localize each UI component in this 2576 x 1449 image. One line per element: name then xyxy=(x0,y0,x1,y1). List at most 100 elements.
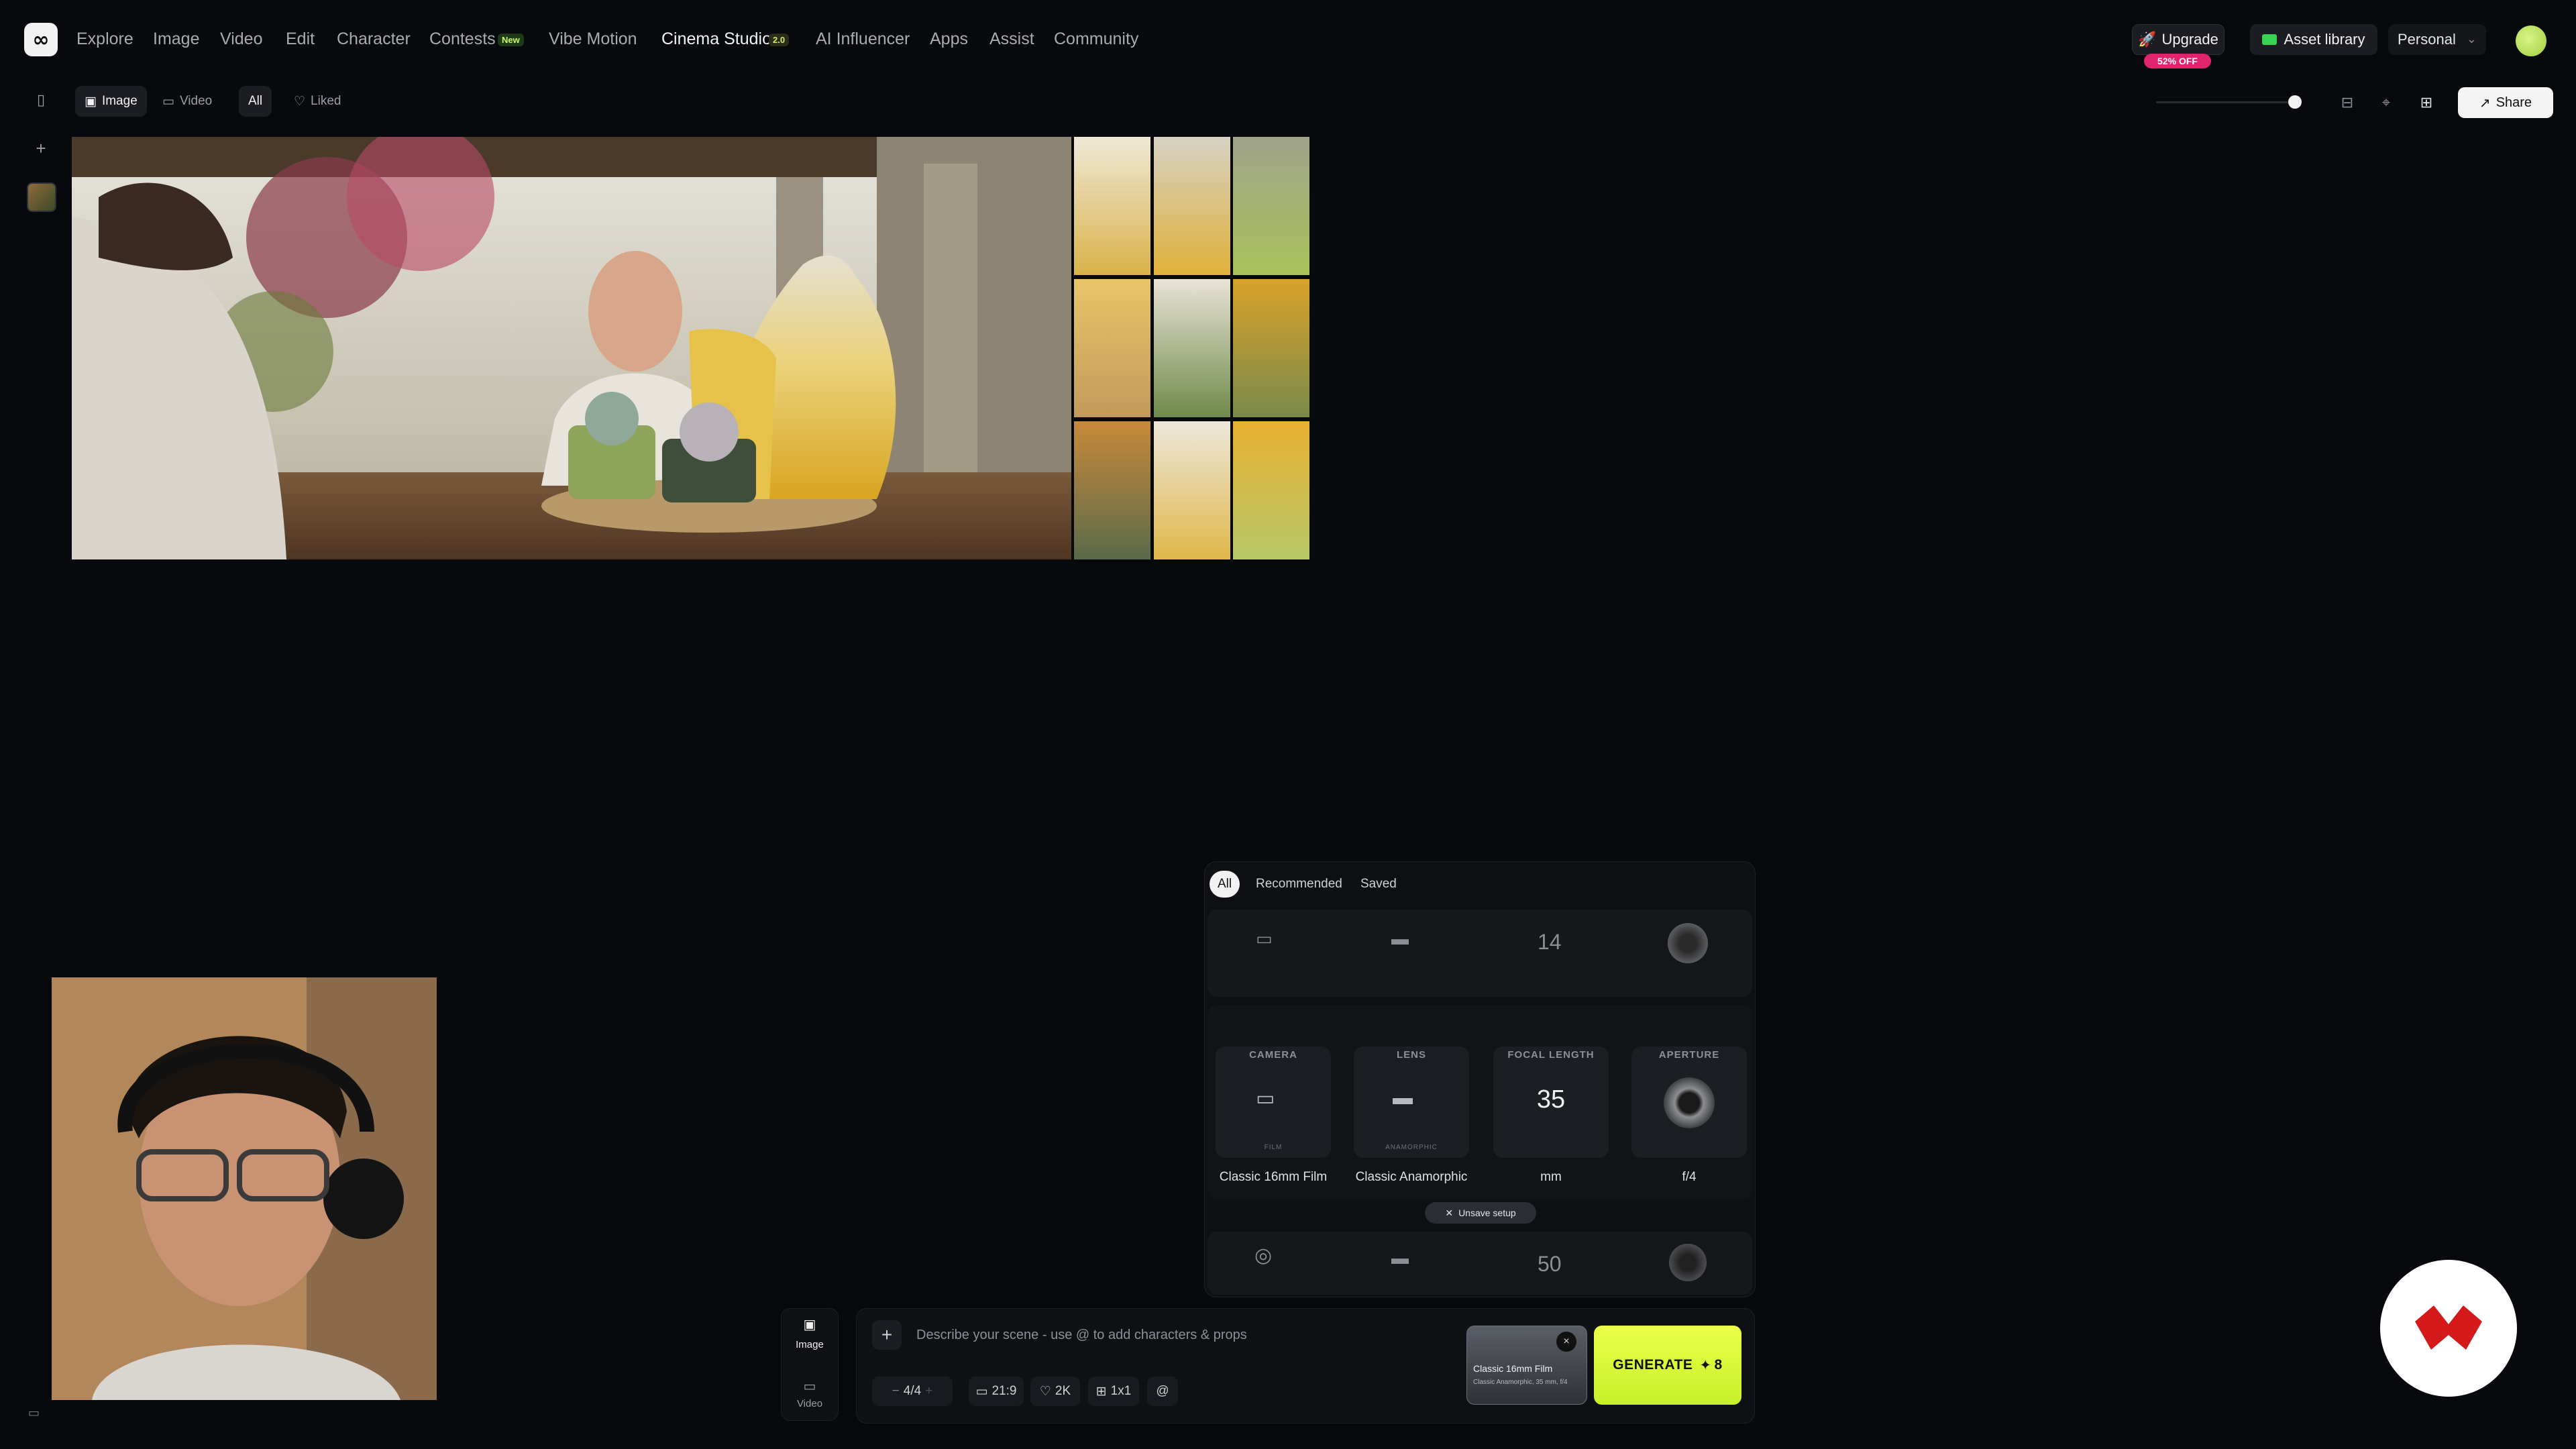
lens-name: Classic Anamorphic xyxy=(1355,1170,1468,1184)
upgrade-label: Upgrade xyxy=(2161,31,2218,48)
aperture-title: APERTURE xyxy=(1658,1049,1720,1061)
sidebar-toggle-icon[interactable]: ▯ xyxy=(30,89,52,111)
image-mode-button[interactable]: Image xyxy=(781,1339,839,1350)
workspace-label: Personal xyxy=(2398,31,2456,48)
grid-icon[interactable]: ⊞ xyxy=(2416,93,2436,113)
batch-count-stepper[interactable]: − 4/4 + xyxy=(872,1377,953,1406)
lens-icon: ▬ xyxy=(1391,1248,1409,1268)
zoom-slider-handle[interactable] xyxy=(2288,95,2302,109)
nav-video[interactable]: Video xyxy=(220,30,263,49)
generated-image-main[interactable] xyxy=(72,137,1071,559)
aspect-ratio-icon: ▭ xyxy=(975,1384,988,1399)
batch-count-value: 4/4 xyxy=(903,1384,922,1398)
camera-tag: FILM xyxy=(1264,1144,1283,1151)
grid-select[interactable]: ⊞ 1x1 xyxy=(1088,1377,1139,1406)
zoom-slider[interactable] xyxy=(2156,101,2297,103)
resolution-value: 2K xyxy=(1055,1384,1071,1398)
tab-all[interactable]: All xyxy=(239,86,272,117)
thumbnail[interactable] xyxy=(1233,279,1309,417)
webcam-overlay xyxy=(52,977,437,1400)
tab-video[interactable]: ▭ Video xyxy=(153,86,221,117)
minus-icon[interactable]: − xyxy=(892,1384,900,1399)
focal-length-title: FOCAL LENGTH xyxy=(1507,1049,1595,1061)
version-badge: 2.0 xyxy=(769,34,790,46)
mention-button[interactable]: @ xyxy=(1147,1377,1178,1406)
resolution-select[interactable]: ♡ 2K xyxy=(1030,1377,1080,1406)
discount-badge: 52% OFF xyxy=(2144,54,2211,68)
nav-cinema-studio[interactable]: Cinema Studio xyxy=(661,30,771,49)
app-logo[interactable]: ∞ xyxy=(24,23,58,56)
setup-tab-recommended[interactable]: Recommended xyxy=(1248,871,1350,898)
aperture-icon xyxy=(1664,1077,1715,1128)
top-navigation: ∞ Explore Image Video Edit Character Con… xyxy=(0,0,2576,82)
nav-ai-influencer[interactable]: AI Influencer xyxy=(816,30,910,49)
folder-icon xyxy=(2262,34,2277,45)
lens-icon: ▬ xyxy=(1391,928,1409,949)
nav-assist[interactable]: Assist xyxy=(989,30,1034,49)
thumbnail[interactable] xyxy=(1154,137,1230,275)
layout-rows-icon[interactable]: ⊟ xyxy=(2337,93,2357,113)
nav-apps[interactable]: Apps xyxy=(930,30,968,49)
video-mode-icon: ▭ xyxy=(803,1379,816,1394)
preset-remove-button[interactable]: × xyxy=(1556,1332,1576,1352)
nav-character[interactable]: Character xyxy=(337,30,411,49)
share-button[interactable]: ↗ Share xyxy=(2458,87,2553,118)
focal-length-value: 35 xyxy=(1536,1085,1566,1114)
nav-vibe-motion[interactable]: Vibe Motion xyxy=(549,30,637,49)
thumbnail[interactable] xyxy=(1233,421,1309,559)
preset-title: Classic 16mm Film xyxy=(1473,1363,1553,1374)
video-mode-button[interactable]: Video xyxy=(781,1398,839,1409)
thumbnail[interactable] xyxy=(1233,137,1309,275)
thumbnail[interactable] xyxy=(1154,279,1230,417)
focus-icon[interactable]: ⌖ xyxy=(2376,93,2396,113)
workspace-select[interactable]: Personal ⌄ xyxy=(2388,24,2486,55)
nav-explore[interactable]: Explore xyxy=(76,30,133,49)
image-icon: ▣ xyxy=(85,94,97,109)
video-icon: ▭ xyxy=(162,94,174,109)
aperture-value: f/4 xyxy=(1682,1170,1697,1184)
tab-liked[interactable]: ♡ Liked xyxy=(284,86,350,117)
upgrade-button[interactable]: 🚀 Upgrade xyxy=(2132,24,2224,55)
nav-community[interactable]: Community xyxy=(1054,30,1138,49)
setup-tab-all[interactable]: All xyxy=(1210,871,1240,898)
channel-logo xyxy=(2380,1260,2517,1397)
folder-icon[interactable]: ▭ xyxy=(28,1406,44,1419)
asset-library-button[interactable]: Asset library xyxy=(2250,24,2377,55)
add-icon[interactable]: + xyxy=(30,137,52,160)
camera-icon: ◎ xyxy=(1254,1244,1273,1267)
nav-edit[interactable]: Edit xyxy=(286,30,315,49)
chevron-down-icon: ⌄ xyxy=(2466,32,2477,46)
tab-video-label: Video xyxy=(179,94,213,108)
generate-label: GENERATE xyxy=(1613,1357,1693,1373)
unsave-setup-button[interactable]: ✕ Unsave setup xyxy=(1425,1202,1536,1224)
nav-contests[interactable]: Contests xyxy=(429,30,496,49)
user-avatar[interactable] xyxy=(2516,25,2546,56)
camera-icon: ▭ xyxy=(1256,928,1273,949)
aperture-icon xyxy=(1668,923,1708,963)
generate-cost: 8 xyxy=(1714,1357,1723,1373)
tab-image[interactable]: ▣ Image xyxy=(75,86,147,117)
thumbnail[interactable] xyxy=(1154,421,1230,559)
film-camera-icon: ▭ xyxy=(1256,1087,1275,1110)
setup-tab-saved[interactable]: Saved xyxy=(1352,871,1405,898)
aspect-ratio-select[interactable]: ▭ 21:9 xyxy=(969,1377,1024,1406)
webcam-illustration xyxy=(52,977,437,1400)
thumbnail[interactable] xyxy=(1074,421,1150,559)
project-thumbnail[interactable] xyxy=(27,182,56,212)
camera-title: CAMERA xyxy=(1249,1049,1297,1061)
plus-icon[interactable]: + xyxy=(925,1384,932,1399)
thumbnail[interactable] xyxy=(1074,279,1150,417)
preset-subtitle: Classic Anamorphic, 35 mm, f/4 xyxy=(1473,1379,1568,1386)
nav-image[interactable]: Image xyxy=(153,30,199,49)
tab-all-label: All xyxy=(248,94,263,108)
aspect-ratio-value: 21:9 xyxy=(991,1384,1017,1398)
quality-icon: ♡ xyxy=(1039,1384,1051,1399)
prompt-input[interactable] xyxy=(916,1322,1453,1348)
generate-button[interactable]: GENERATE ✦ 8 xyxy=(1594,1326,1741,1405)
heart-icon: ♡ xyxy=(294,94,306,109)
thumbnail[interactable] xyxy=(1074,137,1150,275)
aperture-icon xyxy=(1669,1244,1707,1281)
add-reference-button[interactable]: + xyxy=(872,1320,902,1350)
sparkle-icon: ✦ xyxy=(1699,1357,1712,1373)
lens-title: LENS xyxy=(1396,1049,1426,1061)
